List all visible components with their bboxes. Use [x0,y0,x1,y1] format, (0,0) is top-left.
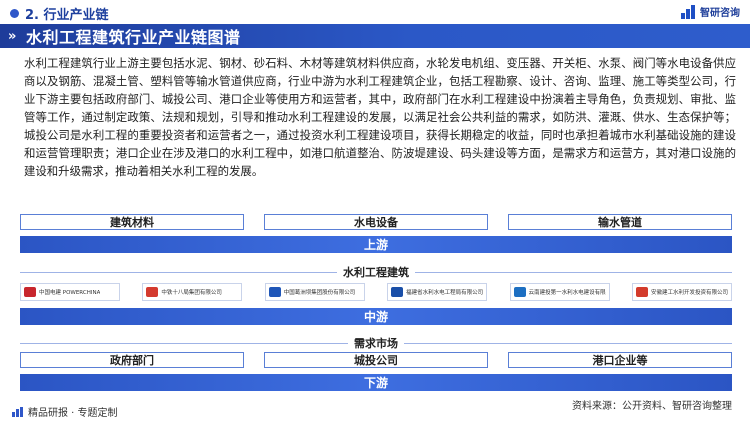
company-name: 福建省水利水电工程局有限公司 [406,290,484,296]
brand-logo-text: 智研咨询 [700,8,740,19]
downstream-item-government: 政府部门 [20,352,244,368]
report-icon [12,406,24,417]
company-emblem-icon [268,287,281,297]
midstream-caption-text: 水利工程建筑 [337,266,415,279]
midstream-companies: 中国电建 POWERCHINA 中铁十八局集团有限公司 中国葛洲坝集团股份有限公… [20,283,732,301]
company-logo: 福建省水利水电工程局有限公司 [387,283,488,301]
company-logo: 中国电建 POWERCHINA [20,283,120,301]
company-emblem-icon [146,287,159,297]
upstream-items: 建筑材料 水电设备 输水管道 [20,214,732,230]
company-emblem-icon [513,287,526,297]
upstream-item-hydropower-equipment: 水电设备 [264,214,488,230]
brand-logo: 智研咨询 [681,4,740,19]
description-paragraph: 水利工程建筑行业上游主要包括水泥、钢材、砂石料、木材等建筑材料供应商，水轮发电机… [24,56,736,178]
upstream-item-building-materials: 建筑材料 [20,214,244,230]
company-emblem-icon [635,287,648,297]
downstream-item-port-enterprises: 港口企业等 [508,352,732,368]
company-logo: 中国葛洲坝集团股份有限公司 [264,283,365,301]
company-logo: 云南建投第一水利水电建设有限公司 [509,283,610,301]
upstream-tier-bar: 上游 [20,236,732,253]
source-note: 资料来源：公开资料、智研咨询整理 [572,401,732,412]
double-chevron-icon: » [8,28,17,44]
footer-tagline-text: 精品研报 · 专题定制 [28,408,118,419]
section-header: 2. 行业产业链 [10,4,109,23]
company-logo: 安徽建工水利开发投资有限公司 [631,283,732,301]
section-bullet-icon [10,8,19,18]
company-name: 中国葛洲坝集团股份有限公司 [283,290,356,296]
downstream-items: 政府部门 城投公司 港口企业等 [20,352,732,368]
downstream-caption: 需求市场 [20,335,732,351]
company-emblem-icon [24,287,36,297]
midstream-tier-bar: 中游 [20,308,732,325]
company-name: 安徽建工水利开发投资有限公司 [650,290,728,296]
midstream-caption: 水利工程建筑 [20,264,732,280]
page-title: 水利工程建筑行业产业链图谱 [26,28,241,47]
downstream-item-urban-investment: 城投公司 [264,352,488,368]
title-bar: » 水利工程建筑行业产业链图谱 [0,24,750,48]
brand-logo-icon [681,4,697,19]
downstream-caption-text: 需求市场 [348,337,404,350]
company-name: 云南建投第一水利水电建设有限公司 [528,290,606,296]
section-title: 2. 行业产业链 [25,7,109,23]
upstream-item-water-pipelines: 输水管道 [508,214,732,230]
company-name: 中国电建 POWERCHINA [39,290,101,296]
company-logo: 中铁十八局集团有限公司 [142,283,243,301]
company-emblem-icon [391,287,404,297]
company-name: 中铁十八局集团有限公司 [161,290,222,296]
downstream-tier-bar: 下游 [20,374,732,391]
footer-tagline: 精品研报 · 专题定制 [12,404,118,419]
